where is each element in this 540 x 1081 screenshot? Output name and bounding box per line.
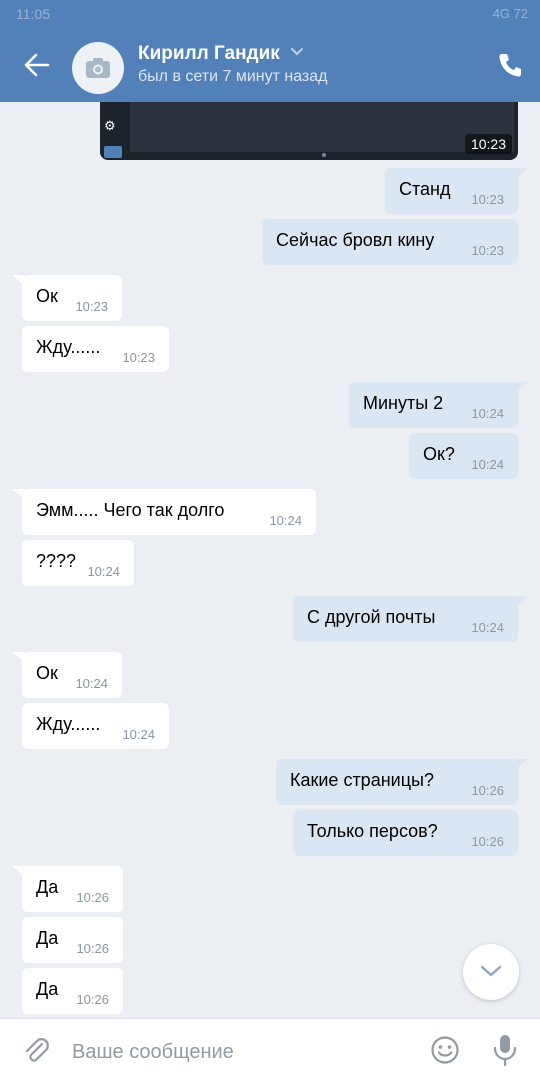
message-time: 10:24 xyxy=(122,727,155,742)
incoming-message[interactable]: Ок 10:23 xyxy=(22,275,122,321)
scroll-down-button[interactable] xyxy=(463,944,519,1000)
message-text: Ок? xyxy=(423,444,455,464)
chevron-down-icon xyxy=(480,965,502,977)
outgoing-message[interactable]: Только персов? 10:26 xyxy=(293,810,518,856)
status-icons: 4G 72 xyxy=(493,6,528,21)
message-text: Жду...... xyxy=(36,714,101,734)
outgoing-message[interactable]: Какие страницы? 10:26 xyxy=(276,759,518,805)
message-time: 10:26 xyxy=(76,890,109,905)
contact-name[interactable]: Кирилл Гандик xyxy=(138,43,280,65)
message-time: 10:24 xyxy=(87,564,120,579)
bubble-tail xyxy=(516,382,528,392)
voice-message-button[interactable] xyxy=(492,1033,518,1072)
message-input[interactable]: Ваше сообщение xyxy=(72,1041,234,1064)
video-timestamp: 10:23 xyxy=(464,134,512,154)
message-time: 10:24 xyxy=(471,406,504,421)
message-time: 10:26 xyxy=(76,992,109,1007)
bubble-tail xyxy=(12,866,24,876)
incoming-message[interactable]: Эмм..... Чего так долго 10:24 xyxy=(22,489,316,535)
message-time: 10:24 xyxy=(75,676,108,691)
incoming-message[interactable]: Жду...... 10:23 xyxy=(22,326,169,372)
attach-button[interactable] xyxy=(22,1035,50,1070)
message-time: 10:26 xyxy=(471,834,504,849)
message-text: Станд xyxy=(399,179,451,199)
bubble-tail xyxy=(516,168,528,178)
outgoing-message[interactable]: Ок? 10:24 xyxy=(409,433,518,479)
message-text: Ок xyxy=(36,663,58,683)
network-label: 4G xyxy=(492,6,510,21)
back-button[interactable] xyxy=(22,50,50,80)
message-time: 10:26 xyxy=(471,783,504,798)
message-text: ???? xyxy=(36,551,77,571)
microphone-icon xyxy=(493,1035,517,1067)
camera-icon xyxy=(86,58,110,78)
message-text: Жду...... xyxy=(36,337,101,357)
bubble-tail xyxy=(12,275,24,285)
status-time: 11:05 xyxy=(16,6,50,22)
avatar[interactable] xyxy=(72,42,124,94)
incoming-message[interactable]: ???? 10:24 xyxy=(22,540,134,586)
incoming-message[interactable]: Ок 10:24 xyxy=(22,652,122,698)
incoming-message[interactable]: Да 10:26 xyxy=(22,866,123,912)
paperclip-icon xyxy=(25,1038,49,1062)
outgoing-message[interactable]: Станд 10:23 xyxy=(385,168,518,214)
gear-icon: ⚙ xyxy=(104,118,116,133)
incoming-message[interactable]: Жду...... 10:24 xyxy=(22,703,169,749)
message-time: 10:23 xyxy=(471,192,504,207)
status-bar: 11:05 4G 72 xyxy=(0,0,540,30)
video-dot xyxy=(322,153,326,157)
message-text: Да xyxy=(36,877,59,897)
video-preview xyxy=(130,102,514,152)
message-time: 10:23 xyxy=(122,350,155,365)
message-text: Эмм..... Чего так долго xyxy=(36,500,225,520)
message-text: Сейчас бровл кину xyxy=(276,230,435,250)
bubble-tail xyxy=(12,652,24,662)
bubble-tail xyxy=(516,596,528,606)
message-text: Да xyxy=(36,928,59,948)
message-time: 10:23 xyxy=(471,243,504,258)
bubble-tail xyxy=(516,759,528,769)
outgoing-message[interactable]: С другой почты 10:24 xyxy=(293,596,518,642)
mail-icon xyxy=(104,146,122,158)
message-text: С другой почты xyxy=(307,607,436,627)
message-text: Ок xyxy=(36,286,58,306)
message-text: Минуты 2 xyxy=(363,393,444,413)
smile-icon xyxy=(431,1036,459,1064)
message-time: 10:24 xyxy=(471,620,504,635)
message-time: 10:26 xyxy=(76,941,109,956)
incoming-message[interactable]: Да 10:26 xyxy=(22,917,123,963)
chevron-down-icon[interactable] xyxy=(290,44,304,58)
message-composer: Ваше сообщение xyxy=(0,1018,540,1081)
phone-icon xyxy=(499,54,521,77)
chat-header: 11:05 4G 72 Кирилл Гандик был в сети 7 м… xyxy=(0,0,540,102)
arrow-left-icon xyxy=(24,53,50,77)
emoji-button[interactable] xyxy=(430,1035,460,1070)
message-text: Какие страницы? xyxy=(290,770,434,790)
message-text: Только персов? xyxy=(307,821,438,841)
message-time: 10:23 xyxy=(75,299,108,314)
outgoing-message[interactable]: Минуты 2 10:24 xyxy=(349,382,518,428)
bubble-tail xyxy=(12,489,24,499)
outgoing-message[interactable]: Сейчас бровл кину 10:23 xyxy=(262,219,518,265)
video-attachment[interactable]: ⚙ 10:23 xyxy=(100,102,518,160)
message-time: 10:24 xyxy=(471,457,504,472)
message-text: Да xyxy=(36,979,59,999)
message-time: 10:24 xyxy=(269,513,302,528)
incoming-message[interactable]: Да 10:26 xyxy=(22,968,123,1014)
battery-level: 72 xyxy=(513,6,528,21)
last-seen-status: был в сети 7 минут назад xyxy=(138,68,328,85)
call-button[interactable] xyxy=(498,52,522,83)
